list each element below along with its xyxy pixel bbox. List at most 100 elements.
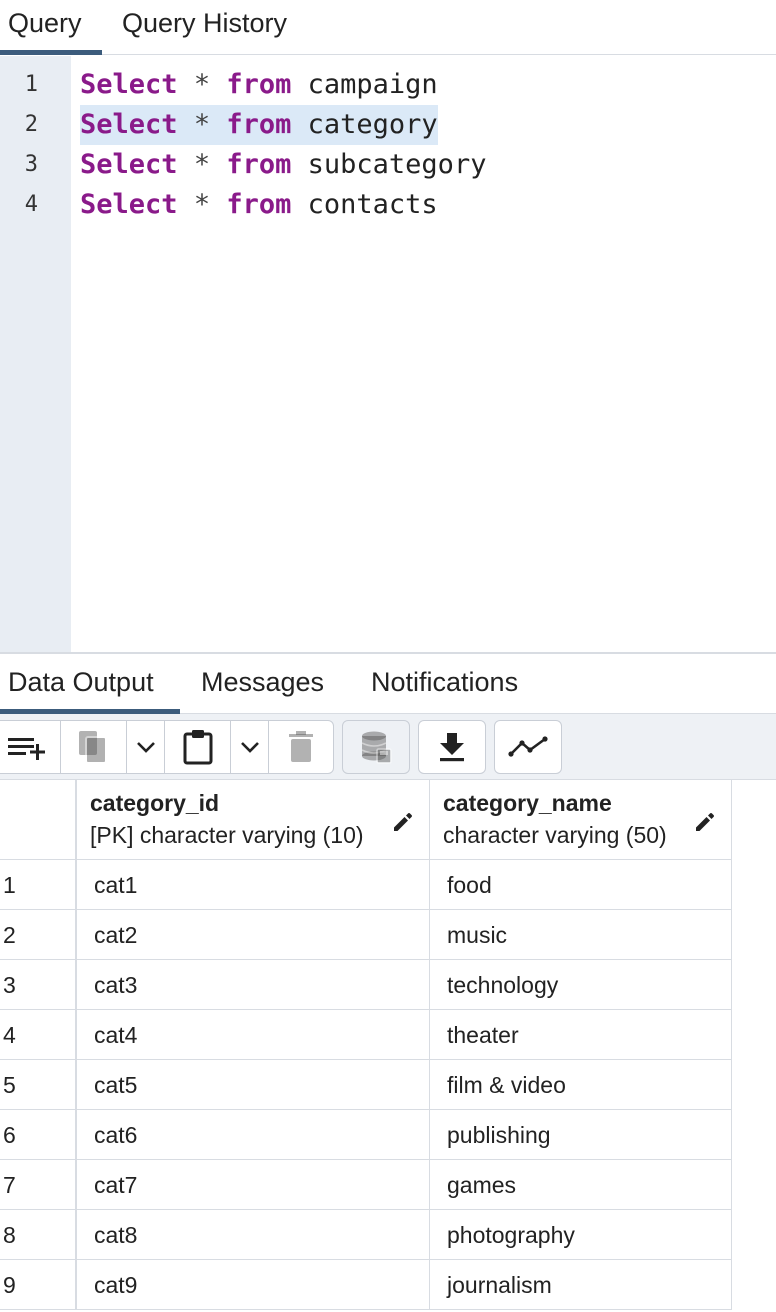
line-number: 4 [24, 192, 38, 217]
row-number: 3 [0, 960, 77, 1010]
code-line-selected[interactable]: Select * from category [80, 105, 438, 145]
table-row[interactable]: 2 cat2 music [0, 910, 732, 960]
download-icon [440, 733, 464, 762]
keyword-select: Select [80, 109, 178, 140]
save-data-button[interactable] [343, 721, 409, 773]
table-name: category [307, 109, 438, 140]
output-tab-bar: Data Output Messages Notifications [0, 654, 776, 714]
download-button[interactable] [419, 721, 485, 773]
add-row-icon [7, 738, 45, 760]
keyword-from: from [226, 109, 292, 140]
table-row[interactable]: 7 cat7 games [0, 1160, 732, 1210]
paste-options-dropdown[interactable] [231, 721, 269, 773]
keyword-from: from [226, 189, 292, 220]
paste-button[interactable] [165, 721, 231, 773]
editor-tab-bar: Query Query History [0, 0, 776, 55]
cell-category-id[interactable]: cat8 [77, 1210, 430, 1260]
row-number: 9 [0, 1260, 77, 1310]
table-name: contacts [307, 189, 438, 220]
tab-messages[interactable]: Messages [201, 654, 324, 713]
column-name: category_id [90, 790, 220, 816]
cell-category-id[interactable]: cat1 [77, 860, 430, 910]
pencil-icon[interactable] [391, 810, 415, 834]
table-row[interactable]: 5 cat5 film & video [0, 1060, 732, 1110]
operator-star: * [193, 189, 211, 220]
code-line[interactable]: Select * from campaign [80, 65, 438, 105]
table-name: subcategory [307, 149, 487, 180]
cell-category-id[interactable]: cat3 [77, 960, 430, 1010]
line-number: 1 [24, 72, 38, 97]
line-number: 3 [24, 152, 38, 177]
keyword-select: Select [80, 189, 178, 220]
table-row[interactable]: 4 cat4 theater [0, 1010, 732, 1060]
copy-button[interactable] [61, 721, 127, 773]
code-line[interactable]: Select * from subcategory [80, 145, 486, 185]
row-number: 6 [0, 1110, 77, 1160]
graph-icon [508, 736, 548, 757]
cell-category-name[interactable]: theater [430, 1010, 732, 1060]
cell-category-name[interactable]: food [430, 860, 732, 910]
table-row[interactable]: 1 cat1 food [0, 860, 732, 910]
add-row-button[interactable] [0, 721, 61, 773]
data-output-toolbar [0, 714, 776, 780]
column-name: category_name [443, 790, 612, 816]
operator-star: * [193, 69, 211, 100]
graph-visualiser-button[interactable] [495, 721, 561, 773]
cell-category-id[interactable]: cat6 [77, 1110, 430, 1160]
delete-icon [289, 731, 313, 762]
row-number: 2 [0, 910, 77, 960]
graph-button-group [494, 720, 562, 774]
save-data-icon [361, 731, 392, 764]
cell-category-id[interactable]: cat4 [77, 1010, 430, 1060]
sql-editor[interactable]: 1 2 3 4 Select * from campaign Select * … [0, 56, 776, 652]
tab-query[interactable]: Query [0, 0, 102, 55]
chevron-down-icon [136, 742, 155, 753]
tab-data-output[interactable]: Data Output [0, 654, 180, 714]
cell-category-id[interactable]: cat5 [77, 1060, 430, 1110]
line-number-gutter: 1 2 3 4 [0, 56, 71, 652]
paste-icon [183, 730, 212, 765]
cell-category-id[interactable]: cat7 [77, 1160, 430, 1210]
keyword-from: from [226, 69, 292, 100]
keyword-select: Select [80, 149, 178, 180]
line-number: 2 [24, 112, 38, 137]
tab-query-history[interactable]: Query History [122, 0, 287, 54]
row-number: 5 [0, 1060, 77, 1110]
cell-category-name[interactable]: photography [430, 1210, 732, 1260]
column-header-category-name[interactable]: category_name character varying (50) [430, 780, 732, 860]
edit-button-group [0, 720, 334, 774]
operator-star: * [193, 109, 211, 140]
column-type: character varying (50) [443, 822, 667, 848]
copy-icon [78, 731, 107, 764]
row-number: 8 [0, 1210, 77, 1260]
table-row[interactable]: 6 cat6 publishing [0, 1110, 732, 1160]
download-button-group [418, 720, 486, 774]
cell-category-name[interactable]: games [430, 1160, 732, 1210]
row-number: 1 [0, 860, 77, 910]
cell-category-id[interactable]: cat9 [77, 1260, 430, 1310]
column-header-category-id[interactable]: category_id [PK] character varying (10) [77, 780, 430, 860]
column-type: [PK] character varying (10) [90, 822, 364, 848]
cell-category-id[interactable]: cat2 [77, 910, 430, 960]
operator-star: * [193, 149, 211, 180]
copy-options-dropdown[interactable] [127, 721, 165, 773]
cell-category-name[interactable]: technology [430, 960, 732, 1010]
keyword-select: Select [80, 69, 178, 100]
row-number: 4 [0, 1010, 77, 1060]
cell-category-name[interactable]: music [430, 910, 732, 960]
delete-button[interactable] [269, 721, 333, 773]
row-number: 7 [0, 1160, 77, 1210]
table-row[interactable]: 9 cat9 journalism [0, 1260, 732, 1310]
cell-category-name[interactable]: publishing [430, 1110, 732, 1160]
pencil-icon[interactable] [693, 810, 717, 834]
cell-category-name[interactable]: journalism [430, 1260, 732, 1310]
chevron-down-icon [240, 742, 259, 753]
table-row[interactable]: 8 cat8 photography [0, 1210, 732, 1260]
keyword-from: from [226, 149, 292, 180]
row-number-header[interactable] [0, 780, 77, 860]
cell-category-name[interactable]: film & video [430, 1060, 732, 1110]
code-line[interactable]: Select * from contacts [80, 185, 438, 225]
tab-notifications[interactable]: Notifications [371, 654, 518, 713]
save-button-group [342, 720, 410, 774]
table-row[interactable]: 3 cat3 technology [0, 960, 732, 1010]
